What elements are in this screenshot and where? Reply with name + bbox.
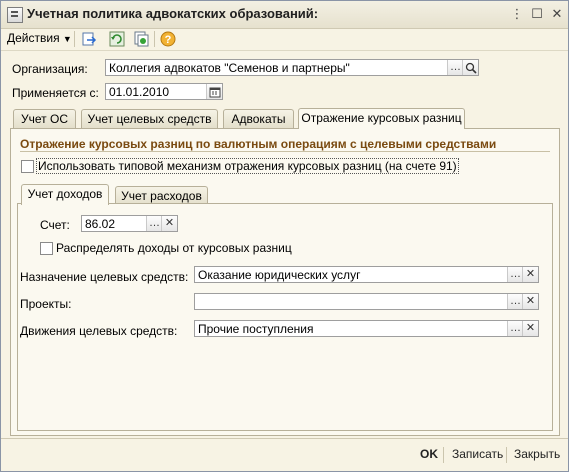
org-field[interactable]: Коллегия адвокатов "Семенов и партнеры" … <box>105 59 479 76</box>
distribute-label: Распределять доходы от курсовых разниц <box>56 241 292 255</box>
maximize-icon[interactable]: ☐ <box>529 6 545 22</box>
form-icon <box>7 7 23 23</box>
actions-menu[interactable]: Действия ▼ <box>7 31 72 45</box>
toolbar: Действия ▼ ? <box>1 28 568 51</box>
button-separator <box>506 447 507 463</box>
save-button[interactable]: Записать <box>452 447 503 461</box>
clear-icon[interactable]: ✕ <box>522 267 538 282</box>
ok-button[interactable]: OK <box>420 447 438 461</box>
clear-icon[interactable]: ✕ <box>161 216 177 231</box>
movements-field[interactable]: Прочие поступления … ✕ <box>194 320 539 337</box>
copy-icon[interactable] <box>133 31 149 47</box>
clear-icon[interactable]: ✕ <box>522 321 538 336</box>
projects-field[interactable]: … ✕ <box>194 293 539 310</box>
projects-label: Проекты: <box>20 297 72 311</box>
go-to-icon[interactable] <box>81 31 97 47</box>
date-field[interactable]: 01.01.2010 <box>105 83 223 100</box>
toolbar-separator <box>154 31 155 47</box>
movements-value: Прочие поступления <box>198 322 314 336</box>
tab-exchange-differences[interactable]: Отражение курсовых разниц <box>298 108 465 129</box>
purpose-value: Оказание юридических услуг <box>198 268 361 282</box>
tab-label: Адвокаты <box>231 112 286 126</box>
org-label: Организация: <box>12 62 88 76</box>
search-icon[interactable] <box>462 60 478 75</box>
distribute-checkbox[interactable] <box>40 242 53 255</box>
help-icon[interactable]: ? <box>160 31 176 47</box>
calendar-icon[interactable] <box>206 84 222 99</box>
close-button[interactable]: Закрыть <box>514 447 560 461</box>
movements-label: Движения целевых средств: <box>20 324 178 338</box>
tab-label: Учет целевых средств <box>87 112 212 126</box>
purpose-label: Назначение целевых средств: <box>20 270 189 284</box>
purpose-field[interactable]: Оказание юридических услуг … ✕ <box>194 266 539 283</box>
dropdown-arrow-icon: ▼ <box>62 34 72 44</box>
toolbar-separator <box>74 31 75 47</box>
tab-fixed-assets[interactable]: Учет ОС <box>13 109 76 128</box>
select-button[interactable]: … <box>146 216 162 231</box>
window-title: Учетная политика адвокатских образований… <box>27 6 319 21</box>
tab-label: Учет доходов <box>27 187 103 201</box>
account-label: Счет: <box>40 218 70 232</box>
select-button[interactable]: … <box>447 60 463 75</box>
date-value: 01.01.2010 <box>109 85 170 99</box>
actions-label: Действия <box>7 31 60 45</box>
org-value: Коллегия адвокатов "Семенов и партнеры" <box>109 61 350 75</box>
clear-icon[interactable]: ✕ <box>522 294 538 309</box>
close-icon[interactable]: ✕ <box>549 6 565 22</box>
account-field[interactable]: 86.02 … ✕ <box>81 215 178 232</box>
applies-label: Применяется с: <box>12 86 99 100</box>
select-button[interactable]: … <box>507 294 523 309</box>
account-value: 86.02 <box>85 217 116 231</box>
section-divider <box>20 151 550 152</box>
tab-target-funds[interactable]: Учет целевых средств <box>81 109 218 128</box>
section-title: Отражение курсовых разниц по валютным оп… <box>20 137 497 151</box>
tab-panel: Отражение курсовых разниц по валютным оп… <box>10 128 560 436</box>
title-bar: Учетная политика адвокатских образований… <box>1 1 568 29</box>
dialog-window: Учетная политика адвокатских образований… <box>0 0 569 472</box>
tab-label: Учет ОС <box>21 112 68 126</box>
bottom-bar: OK Записать Закрыть <box>1 438 568 471</box>
tab-lawyers[interactable]: Адвокаты <box>223 109 294 128</box>
select-button[interactable]: … <box>507 321 523 336</box>
tab-label: Учет расходов <box>121 189 202 203</box>
button-separator <box>443 447 444 463</box>
select-button[interactable]: … <box>507 267 523 282</box>
refresh-icon[interactable] <box>109 31 125 47</box>
inner-tab-panel: Счет: 86.02 … ✕ Распределять доходы от к… <box>17 203 553 431</box>
use-standard-checkbox[interactable] <box>21 160 34 173</box>
menu-dots-icon[interactable]: ⋮ <box>509 6 525 22</box>
tab-label: Отражение курсовых разниц <box>301 111 462 125</box>
svg-text:?: ? <box>165 34 172 46</box>
use-standard-label: Использовать типовой механизм отражения … <box>36 158 459 174</box>
tab-income[interactable]: Учет доходов <box>21 184 109 205</box>
